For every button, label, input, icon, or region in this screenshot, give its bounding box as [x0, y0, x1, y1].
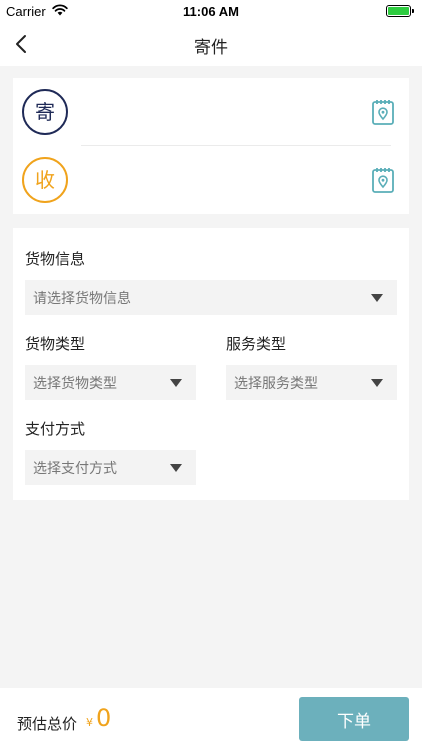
payment-select[interactable]: 选择支付方式 [25, 450, 196, 485]
sender-address-row[interactable]: 寄 [13, 78, 409, 146]
service-type-label: 服务类型 [226, 335, 287, 353]
goods-type-label: 货物类型 [25, 335, 86, 353]
dropdown-arrow-icon [170, 464, 182, 472]
dropdown-arrow-icon [371, 379, 383, 387]
status-bar: Carrier 11:06 AM [0, 0, 422, 22]
receiver-badge: 收 [22, 157, 68, 203]
place-order-button[interactable]: 下单 [299, 697, 409, 741]
estimate-label: 预估总价 [17, 715, 78, 733]
currency-symbol: ¥ [86, 716, 93, 729]
service-type-placeholder: 选择服务类型 [234, 376, 318, 392]
page-title: 寄件 [194, 38, 228, 58]
goods-info-select[interactable]: 请选择货物信息 [25, 280, 397, 315]
status-time: 11:06 AM [183, 4, 239, 19]
estimated-price: 0 [96, 704, 112, 732]
goods-type-select[interactable]: 选择货物类型 [25, 365, 196, 400]
dropdown-arrow-icon [170, 379, 182, 387]
nav-bar: 寄件 [0, 22, 422, 66]
goods-info-placeholder: 请选择货物信息 [33, 291, 131, 307]
shipment-form-card: 货物信息 请选择货物信息 货物类型 选择货物类型 服务类型 选择服务类型 支付方… [13, 228, 409, 500]
battery-icon [386, 5, 414, 17]
dropdown-arrow-icon [371, 294, 383, 302]
goods-info-label: 货物信息 [25, 250, 86, 268]
address-book-icon[interactable] [371, 99, 395, 125]
address-book-icon[interactable] [371, 167, 395, 193]
service-type-select[interactable]: 选择服务类型 [226, 365, 397, 400]
address-card: 寄 收 [13, 78, 409, 214]
receiver-address-row[interactable]: 收 [13, 146, 409, 214]
payment-placeholder: 选择支付方式 [33, 461, 117, 477]
bottom-bar: 预估总价 ¥ 0 下单 [0, 688, 422, 750]
sender-badge: 寄 [22, 89, 68, 135]
goods-type-placeholder: 选择货物类型 [33, 376, 117, 392]
payment-label: 支付方式 [25, 420, 86, 438]
